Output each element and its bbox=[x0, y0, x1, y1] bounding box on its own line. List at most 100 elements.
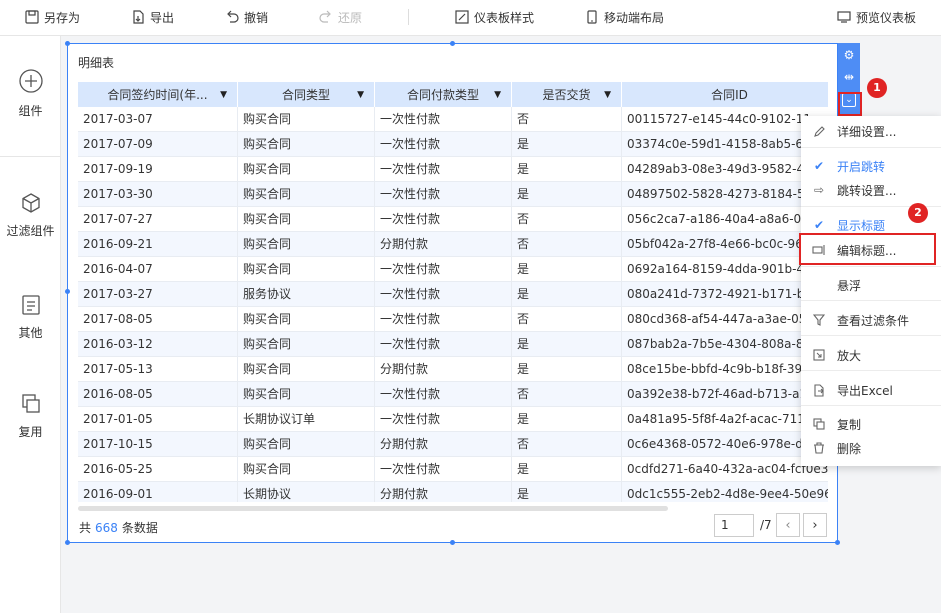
table-row[interactable]: 2017-08-05 购买合同 一次性付款否 080cd368-af54-447a-a… bbox=[78, 307, 828, 332]
table-row[interactable]: 2016-03-12 购买合同 一次性付款是 087bab2a-7b5e-4304-8… bbox=[78, 332, 828, 357]
sort-arrow-icon[interactable]: ▼ bbox=[220, 90, 227, 100]
table-row[interactable]: 2016-05-25 购买合同 一次性付款是 0cdfd271-6a40-432a-a… bbox=[78, 457, 828, 482]
resize-handle[interactable] bbox=[450, 540, 455, 545]
menu-item-jump-settings[interactable]: ⇨ 跳转设置... bbox=[801, 179, 941, 201]
column-header-label: 合同签约时间(年... bbox=[107, 88, 208, 102]
table-cell: 购买合同 bbox=[238, 207, 375, 232]
sidebar-item-components[interactable]: 组件 bbox=[0, 68, 61, 119]
table-row[interactable]: 2017-07-27 购买合同 一次性付款否 056c2ca7-a186-40a4-a… bbox=[78, 207, 828, 232]
menu-item-float[interactable]: 悬浮 bbox=[801, 274, 941, 296]
page-input[interactable]: 1 bbox=[714, 514, 754, 537]
cube-icon bbox=[21, 193, 40, 213]
detail-table-widget[interactable]: 明细表 合同签约时间(年... ▼ 合同类型 ▼ 合同付款类型 ▼ 是否交货 ▼ 合同I… bbox=[67, 43, 838, 543]
sort-arrow-icon[interactable]: ▼ bbox=[494, 90, 501, 100]
table-row[interactable]: 2017-03-07 购买合同 一次性付款否 00115727-e145-44c0-9… bbox=[78, 107, 828, 132]
table-row[interactable]: 2016-09-01 长期协议 分期付款是 0dc1c555-2eb2-4d8e-9e… bbox=[78, 482, 828, 502]
table-cell: 0dc1c555-2eb2-4d8e-9ee4-50e966 bbox=[622, 482, 828, 502]
table-cell: 0c6e4368-0572-40e6-978e-de bbox=[622, 432, 828, 457]
mobile-layout-button[interactable]: 移动端布局 bbox=[585, 0, 664, 34]
save-as-button[interactable]: 另存为 bbox=[25, 0, 80, 34]
menu-item-view-filters[interactable]: 查看过滤条件 bbox=[801, 309, 941, 331]
dashboard-style-button[interactable]: 仪表板样式 bbox=[455, 0, 534, 34]
preview-dashboard-button[interactable]: 预览仪表板 bbox=[837, 0, 916, 34]
table-cell: 是 bbox=[512, 282, 622, 307]
table-row[interactable]: 2017-03-27 服务协议 一次性付款是 080a241d-7372-4921-b… bbox=[78, 282, 828, 307]
table-cell: 是 bbox=[512, 257, 622, 282]
sidebar-item-filter-components[interactable]: 过滤组件 bbox=[0, 192, 61, 239]
save-icon bbox=[25, 10, 39, 24]
next-page-button[interactable]: › bbox=[803, 513, 827, 537]
table-row[interactable]: 2017-01-05 长期协议订单 一次性付款是 0a481a95-5f8f-4a2f… bbox=[78, 407, 828, 432]
resize-handle[interactable] bbox=[65, 41, 70, 46]
table-row[interactable]: 2017-07-09 购买合同 一次性付款是 03374c0e-59d1-4158-8… bbox=[78, 132, 828, 157]
menu-item-delete[interactable]: 删除 bbox=[801, 437, 941, 459]
table-row[interactable]: 2016-09-21 购买合同 分期付款否 05bf042a-27f8-4e66-bc… bbox=[78, 232, 828, 257]
fit-width-icon[interactable]: ⇹ bbox=[841, 69, 857, 85]
table-cell: 购买合同 bbox=[238, 107, 375, 132]
copy-icon bbox=[811, 418, 827, 430]
top-toolbar: 另存为 导出 撤销 还原 仪表板样式 移动端布局 预览仪表板 bbox=[0, 0, 941, 36]
toolbar-divider bbox=[408, 9, 409, 25]
annotation-badge-2: 2 bbox=[908, 203, 928, 223]
table-cell: 2016-09-21 bbox=[78, 232, 238, 257]
menu-item-enable-jump[interactable]: ✔ 开启跳转 bbox=[801, 155, 941, 177]
resize-handle[interactable] bbox=[65, 540, 70, 545]
dashboard-style-label: 仪表板样式 bbox=[474, 10, 535, 25]
menu-item-export-excel[interactable]: 导出Excel bbox=[801, 379, 941, 401]
table-cell: 2017-05-13 bbox=[78, 357, 238, 382]
sort-arrow-icon[interactable]: ▼ bbox=[357, 90, 364, 100]
left-sidebar: 组件 过滤组件 其他 复用 bbox=[0, 36, 61, 613]
redo-label: 还原 bbox=[338, 10, 363, 25]
table-row[interactable]: 2016-08-05 购买合同 一次性付款否 0a392e38-b72f-46ad-b… bbox=[78, 382, 828, 407]
sort-arrow-icon[interactable]: ▼ bbox=[604, 90, 611, 100]
widget-title: 明细表 bbox=[78, 56, 115, 70]
export-button[interactable]: 导出 bbox=[131, 0, 174, 34]
table-cell: 0a481a95-5f8f-4a2f-acac-711c bbox=[622, 407, 828, 432]
table-row[interactable]: 2016-04-07 购买合同 一次性付款是 0692a164-8159-4dda-9… bbox=[78, 257, 828, 282]
table-cell: 购买合同 bbox=[238, 232, 375, 257]
table-cell: 一次性付款 bbox=[375, 107, 512, 132]
table-row[interactable]: 2017-03-30 购买合同 一次性付款是 04897502-5828-4273-8… bbox=[78, 182, 828, 207]
menu-divider bbox=[801, 266, 941, 267]
resize-handle[interactable] bbox=[65, 289, 70, 294]
table-row[interactable]: 2017-10-15 购买合同 分期付款否 0c6e4368-0572-40e6-97… bbox=[78, 432, 828, 457]
menu-item-enlarge[interactable]: 放大 bbox=[801, 344, 941, 366]
menu-item-copy[interactable]: 复制 bbox=[801, 413, 941, 435]
sidebar-item-other[interactable]: 其他 bbox=[0, 294, 61, 341]
column-header[interactable]: 合同签约时间(年... ▼ bbox=[78, 82, 238, 107]
table-cell: 购买合同 bbox=[238, 332, 375, 357]
prev-page-button[interactable]: ‹ bbox=[776, 513, 800, 537]
redo-button[interactable]: 还原 bbox=[319, 0, 362, 34]
menu-item-label: 复制 bbox=[837, 417, 862, 432]
table-cell: 一次性付款 bbox=[375, 132, 512, 157]
widget-context-menu: 详细设置... ✔ 开启跳转 ⇨ 跳转设置... ✔ 显示标题 编辑标题... … bbox=[801, 116, 941, 466]
table-row[interactable]: 2017-09-19 购买合同 一次性付款是 04289ab3-08e3-49d3-9… bbox=[78, 157, 828, 182]
table-cell: 一次性付款 bbox=[375, 457, 512, 482]
table-cell: 是 bbox=[512, 157, 622, 182]
detail-table: 合同签约时间(年... ▼ 合同类型 ▼ 合同付款类型 ▼ 是否交货 ▼ 合同ID 20… bbox=[78, 82, 828, 502]
menu-divider bbox=[801, 405, 941, 406]
table-cell: 03374c0e-59d1-4158-8ab5-67 bbox=[622, 132, 828, 157]
column-header[interactable]: 合同ID bbox=[622, 82, 828, 107]
gear-icon[interactable]: ⚙ bbox=[841, 47, 857, 63]
sidebar-item-label: 复用 bbox=[18, 425, 43, 439]
column-header-label: 合同ID bbox=[711, 88, 748, 102]
resize-handle[interactable] bbox=[450, 41, 455, 46]
menu-item-detail-settings[interactable]: 详细设置... bbox=[801, 120, 941, 142]
undo-button[interactable]: 撤销 bbox=[225, 0, 268, 34]
table-cell: 服务协议 bbox=[238, 282, 375, 307]
sidebar-item-label: 其他 bbox=[18, 326, 43, 340]
sidebar-item-reuse[interactable]: 复用 bbox=[0, 393, 61, 440]
mobile-icon bbox=[587, 10, 597, 24]
resize-handle[interactable] bbox=[835, 540, 840, 545]
table-cell: 购买合同 bbox=[238, 157, 375, 182]
table-cell: 一次性付款 bbox=[375, 182, 512, 207]
count-suffix: 条数据 bbox=[121, 521, 158, 535]
column-header[interactable]: 合同类型 ▼ bbox=[238, 82, 375, 107]
menu-item-label: 开启跳转 bbox=[837, 159, 886, 174]
check-icon: ✔ bbox=[813, 159, 825, 173]
column-header[interactable]: 合同付款类型 ▼ bbox=[375, 82, 512, 107]
table-row[interactable]: 2017-05-13 购买合同 分期付款是 08ce15be-bbfd-4c9b-b1… bbox=[78, 357, 828, 382]
column-header[interactable]: 是否交货 ▼ bbox=[512, 82, 622, 107]
horizontal-scrollbar[interactable] bbox=[78, 506, 668, 511]
